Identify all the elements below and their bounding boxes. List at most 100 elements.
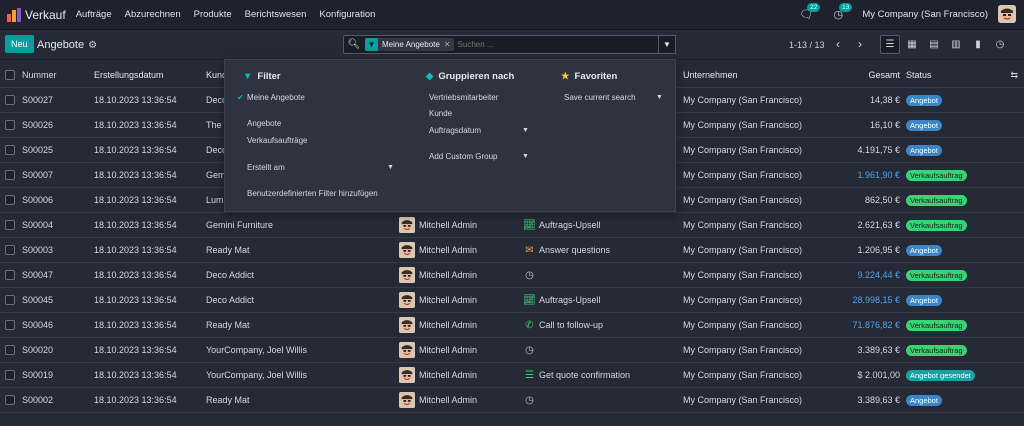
calendar-view-icon[interactable]: ▤ <box>924 35 944 54</box>
envelope-icon[interactable]: ✉ <box>523 245 536 256</box>
pager-value[interactable]: 1-13 / 13 <box>789 40 825 50</box>
row-checkbox[interactable] <box>5 270 15 280</box>
total-amount: 14,38 € <box>869 95 900 105</box>
creation-date: 18.10.2023 13:36:54 <box>94 170 177 180</box>
clock-icon[interactable]: ◷ <box>523 395 536 406</box>
menu-auftraege[interactable]: Aufträge <box>76 9 112 20</box>
activities-count: 13 <box>839 3 853 12</box>
add-custom-group[interactable]: Add Custom Group <box>429 152 497 161</box>
search-icon[interactable]: 🔍︎ <box>347 39 361 50</box>
list-icon[interactable]: ☰ <box>523 370 536 381</box>
filter-created-on[interactable]: Erstellt am <box>247 163 285 172</box>
order-number: S00004 <box>22 220 54 230</box>
caret-down-icon[interactable]: ▼ <box>522 127 529 134</box>
gear-icon[interactable]: ⚙ <box>88 40 97 51</box>
table-row[interactable]: S00019 18.10.2023 13:36:54 YourCompany, Jo… <box>0 363 1024 388</box>
clock-icon[interactable]: ◷ <box>523 270 536 281</box>
header-date[interactable]: Erstellungsdatum <box>94 70 206 80</box>
user-avatar[interactable] <box>998 5 1016 23</box>
menu-abzurechnen[interactable]: Abzurechnen <box>125 9 181 20</box>
menu-produkte[interactable]: Produkte <box>194 9 232 20</box>
search-input[interactable] <box>457 40 675 49</box>
status-badge: Angebot <box>906 144 942 156</box>
row-checkbox[interactable] <box>5 95 15 105</box>
row-checkbox[interactable] <box>5 370 15 380</box>
header-number[interactable]: Nummer <box>22 70 94 80</box>
customer: YourCompany, Joel Willis <box>206 345 308 355</box>
chart-icon[interactable]: 📈︎ <box>523 295 536 306</box>
total-amount: 71.876,82 € <box>852 320 900 330</box>
caret-down-icon[interactable]: ▼ <box>387 164 394 171</box>
order-number: S00006 <box>22 195 54 205</box>
header-status[interactable]: Status <box>904 70 1004 80</box>
row-checkbox[interactable] <box>5 120 15 130</box>
app-name[interactable]: Verkauf <box>25 8 66 22</box>
graph-view-icon[interactable]: ▮ <box>968 35 988 54</box>
table-row[interactable]: S00047 18.10.2023 13:36:54 Deco Addict Mitc… <box>0 263 1024 288</box>
row-checkbox[interactable] <box>5 245 15 255</box>
header-total[interactable]: Gesamt <box>833 70 904 80</box>
filter-quotations[interactable]: Angebote <box>247 119 281 128</box>
select-all-checkbox[interactable] <box>5 70 15 80</box>
salesperson-avatar <box>399 342 415 358</box>
group-customer[interactable]: Kunde <box>429 109 452 118</box>
table-row[interactable]: S00045 18.10.2023 13:36:54 Deco Addict Mitc… <box>0 288 1024 313</box>
company-switcher[interactable]: My Company (San Francisco) <box>862 9 988 20</box>
phone-icon[interactable]: ✆ <box>523 320 536 331</box>
new-button[interactable]: Neu <box>5 35 34 53</box>
search-options-toggle[interactable]: ▼ <box>658 35 676 54</box>
pager-prev-icon[interactable]: ‹ <box>836 37 840 51</box>
facet-label: Meine Angebote <box>382 40 440 49</box>
clock-icon[interactable]: ◷ <box>523 345 536 356</box>
header-company[interactable]: Unternehmen <box>683 70 833 80</box>
filter-sales-orders[interactable]: Verkaufsaufträge <box>247 136 307 145</box>
company: My Company (San Francisco) <box>683 270 803 280</box>
customer: Ready Mat <box>206 245 250 255</box>
row-checkbox[interactable] <box>5 295 15 305</box>
messages-count: 22 <box>807 3 821 12</box>
column-options-icon[interactable]: ⇆ <box>1010 70 1018 81</box>
salesperson: Mitchell Admin <box>419 295 478 305</box>
table-row[interactable]: S00004 18.10.2023 13:36:54 Gemini Furnitur… <box>0 213 1024 238</box>
kanban-view-icon[interactable]: ▦ <box>902 35 922 54</box>
chart-icon[interactable]: 📈︎ <box>523 220 536 231</box>
app-logo-icon[interactable] <box>7 7 21 22</box>
save-current-search[interactable]: Save current search <box>564 93 636 102</box>
pager-next-icon[interactable]: › <box>858 37 862 51</box>
table-row[interactable]: S00020 18.10.2023 13:36:54 YourCompany, Jo… <box>0 338 1024 363</box>
group-salesperson[interactable]: Vertriebsmitarbeiter <box>429 93 498 102</box>
salesperson-avatar <box>399 217 415 233</box>
messages-button[interactable]: 🗨 22 <box>798 3 821 22</box>
row-checkbox[interactable] <box>5 170 15 180</box>
company: My Company (San Francisco) <box>683 170 803 180</box>
activities-button[interactable]: ◷ 13 <box>830 3 853 22</box>
row-checkbox[interactable] <box>5 195 15 205</box>
caret-down-icon[interactable]: ▼ <box>522 153 529 160</box>
row-checkbox[interactable] <box>5 145 15 155</box>
activity-view-icon[interactable]: ◷ <box>990 35 1010 54</box>
status-badge: Verkaufsauftrag <box>906 194 967 206</box>
order-number: S00047 <box>22 270 54 280</box>
company: My Company (San Francisco) <box>683 395 803 405</box>
table-row[interactable]: S00003 18.10.2023 13:36:54 Ready Mat Mitche… <box>0 238 1024 263</box>
row-checkbox[interactable] <box>5 220 15 230</box>
menu-berichtswesen[interactable]: Berichtswesen <box>245 9 307 20</box>
menu-konfiguration[interactable]: Konfiguration <box>319 9 375 20</box>
creation-date: 18.10.2023 13:36:54 <box>94 320 177 330</box>
customer: Gemini Furniture <box>206 220 274 230</box>
table-row[interactable]: S00002 18.10.2023 13:36:54 Ready Mat Mitche… <box>0 388 1024 413</box>
row-checkbox[interactable] <box>5 395 15 405</box>
total-amount: 1.206,95 € <box>857 245 900 255</box>
facet-remove-icon[interactable]: ✕ <box>444 40 454 49</box>
table-row[interactable]: S00046 18.10.2023 13:36:54 Ready Mat Mitche… <box>0 313 1024 338</box>
caret-down-icon[interactable]: ▼ <box>656 94 663 101</box>
row-checkbox[interactable] <box>5 320 15 330</box>
add-custom-filter[interactable]: Benutzerdefinierten Filter hinzufügen <box>247 189 378 198</box>
salesperson: Mitchell Admin <box>419 220 478 230</box>
group-order-date[interactable]: Auftragsdatum <box>429 126 481 135</box>
pivot-view-icon[interactable]: ▥ <box>946 35 966 54</box>
top-navbar: Verkauf Aufträge Abzurechnen Produkte Be… <box>0 0 1024 30</box>
row-checkbox[interactable] <box>5 345 15 355</box>
filter-my-quotations[interactable]: Meine Angebote <box>247 93 305 102</box>
list-view-icon[interactable]: ☰ <box>880 35 900 54</box>
